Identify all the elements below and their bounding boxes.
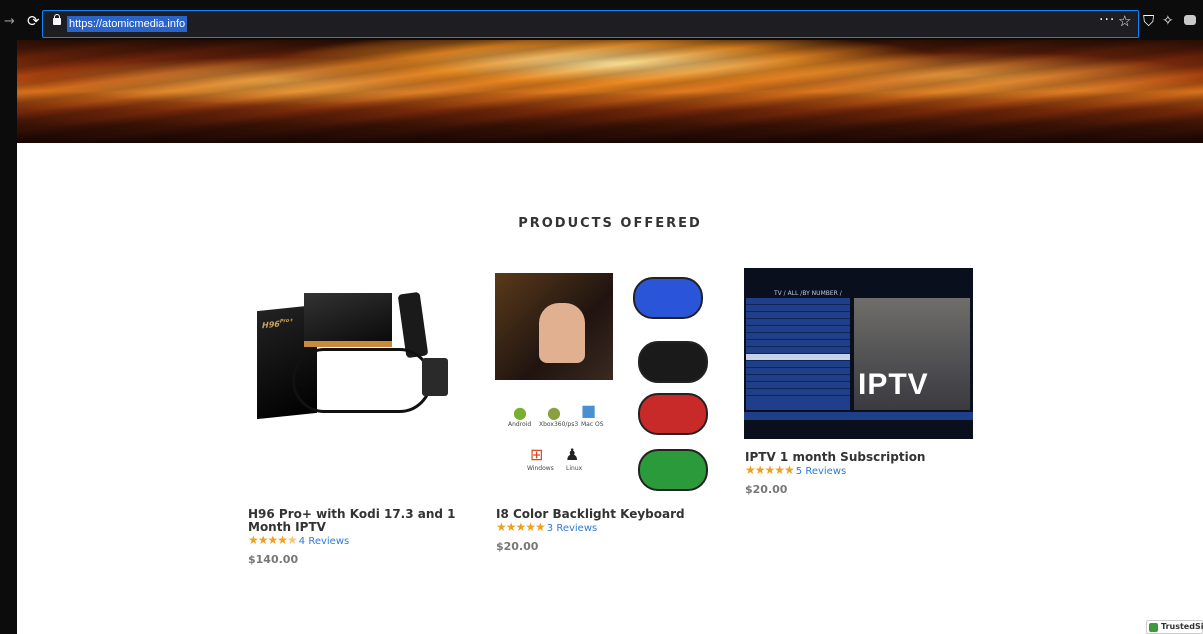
reviews-link[interactable]: 4 Reviews bbox=[299, 536, 349, 547]
epg-footer bbox=[744, 412, 973, 420]
tv-box-device bbox=[304, 293, 392, 347]
iptv-logo: IPTV bbox=[858, 368, 929, 401]
product-image-iptv[interactable]: TV / ALL /BY NUMBER / IPTV bbox=[744, 268, 973, 439]
reviews-link[interactable]: 3 Reviews bbox=[547, 523, 597, 534]
cable bbox=[292, 348, 432, 413]
product-price: $20.00 bbox=[745, 483, 788, 496]
extension-icon[interactable]: ✧ bbox=[1162, 13, 1174, 29]
url-text[interactable]: https://atomicmedia.info bbox=[67, 16, 188, 32]
reload-icon[interactable]: ⟳ bbox=[27, 13, 40, 29]
shield-icon[interactable]: ⛉ bbox=[1143, 13, 1154, 29]
product-price: $140.00 bbox=[248, 553, 299, 566]
trustedsite-badge[interactable]: TrustedSite bbox=[1146, 620, 1203, 634]
section-title: PRODUCTS OFFERED bbox=[518, 216, 702, 231]
keyboard-green bbox=[638, 449, 708, 491]
box-label: H96Pro+ bbox=[262, 317, 294, 331]
product-rating: ★★★★★ 3 Reviews bbox=[496, 520, 598, 534]
product-rating: ★★★★★ 5 Reviews bbox=[745, 463, 847, 477]
sync-icon[interactable] bbox=[1184, 15, 1196, 25]
os-label-mac: Mac OS bbox=[581, 421, 604, 428]
xbox-icon: ● bbox=[547, 403, 561, 422]
product-rating: ★★★★★ 4 Reviews bbox=[248, 533, 350, 547]
hero-banner bbox=[17, 40, 1203, 143]
more-options-icon[interactable]: ··· bbox=[1099, 12, 1115, 28]
url-bar[interactable] bbox=[42, 10, 1139, 38]
hand bbox=[539, 303, 585, 363]
os-label-android: Android bbox=[508, 421, 532, 428]
epg-header: TV / ALL /BY NUMBER / bbox=[774, 290, 842, 297]
android-icon: ● bbox=[513, 403, 527, 422]
channel-list bbox=[746, 298, 850, 410]
mac-icon: ■ bbox=[581, 401, 597, 420]
keyboard-blue bbox=[633, 277, 703, 319]
reviews-link[interactable]: 5 Reviews bbox=[796, 466, 846, 477]
keyboard-red bbox=[638, 393, 708, 435]
back-arrow-icon[interactable]: → bbox=[4, 14, 15, 30]
product-image-h96[interactable]: H96Pro+ bbox=[242, 273, 474, 453]
power-adapter bbox=[422, 358, 448, 396]
windows-icon: ⊞ bbox=[530, 445, 544, 464]
keyboard-white bbox=[638, 341, 708, 383]
lock-icon bbox=[53, 14, 61, 25]
os-label-xbox: Xbox360/ps3 bbox=[539, 421, 579, 428]
browser-toolbar: → ⟳ https://atomicmedia.info ··· ☆ ⛉ ✧ bbox=[0, 0, 1203, 40]
badge-text: TrustedSite bbox=[1161, 622, 1203, 631]
product-image-keyboard[interactable]: ● ● ■ Android Xbox360/ps3 Mac OS ⊞ ♟ Win… bbox=[495, 273, 725, 497]
os-label-windows: Windows bbox=[527, 465, 554, 472]
check-icon bbox=[1149, 623, 1158, 632]
star-icon[interactable]: ☆ bbox=[1118, 13, 1131, 29]
linux-icon: ♟ bbox=[565, 445, 580, 464]
product-title[interactable]: H96 Pro+ with Kodi 17.3 and 1 Month IPTV bbox=[248, 508, 478, 534]
product-price: $20.00 bbox=[496, 540, 539, 553]
os-label-linux: Linux bbox=[566, 465, 583, 472]
keyboard-photo bbox=[495, 273, 613, 380]
